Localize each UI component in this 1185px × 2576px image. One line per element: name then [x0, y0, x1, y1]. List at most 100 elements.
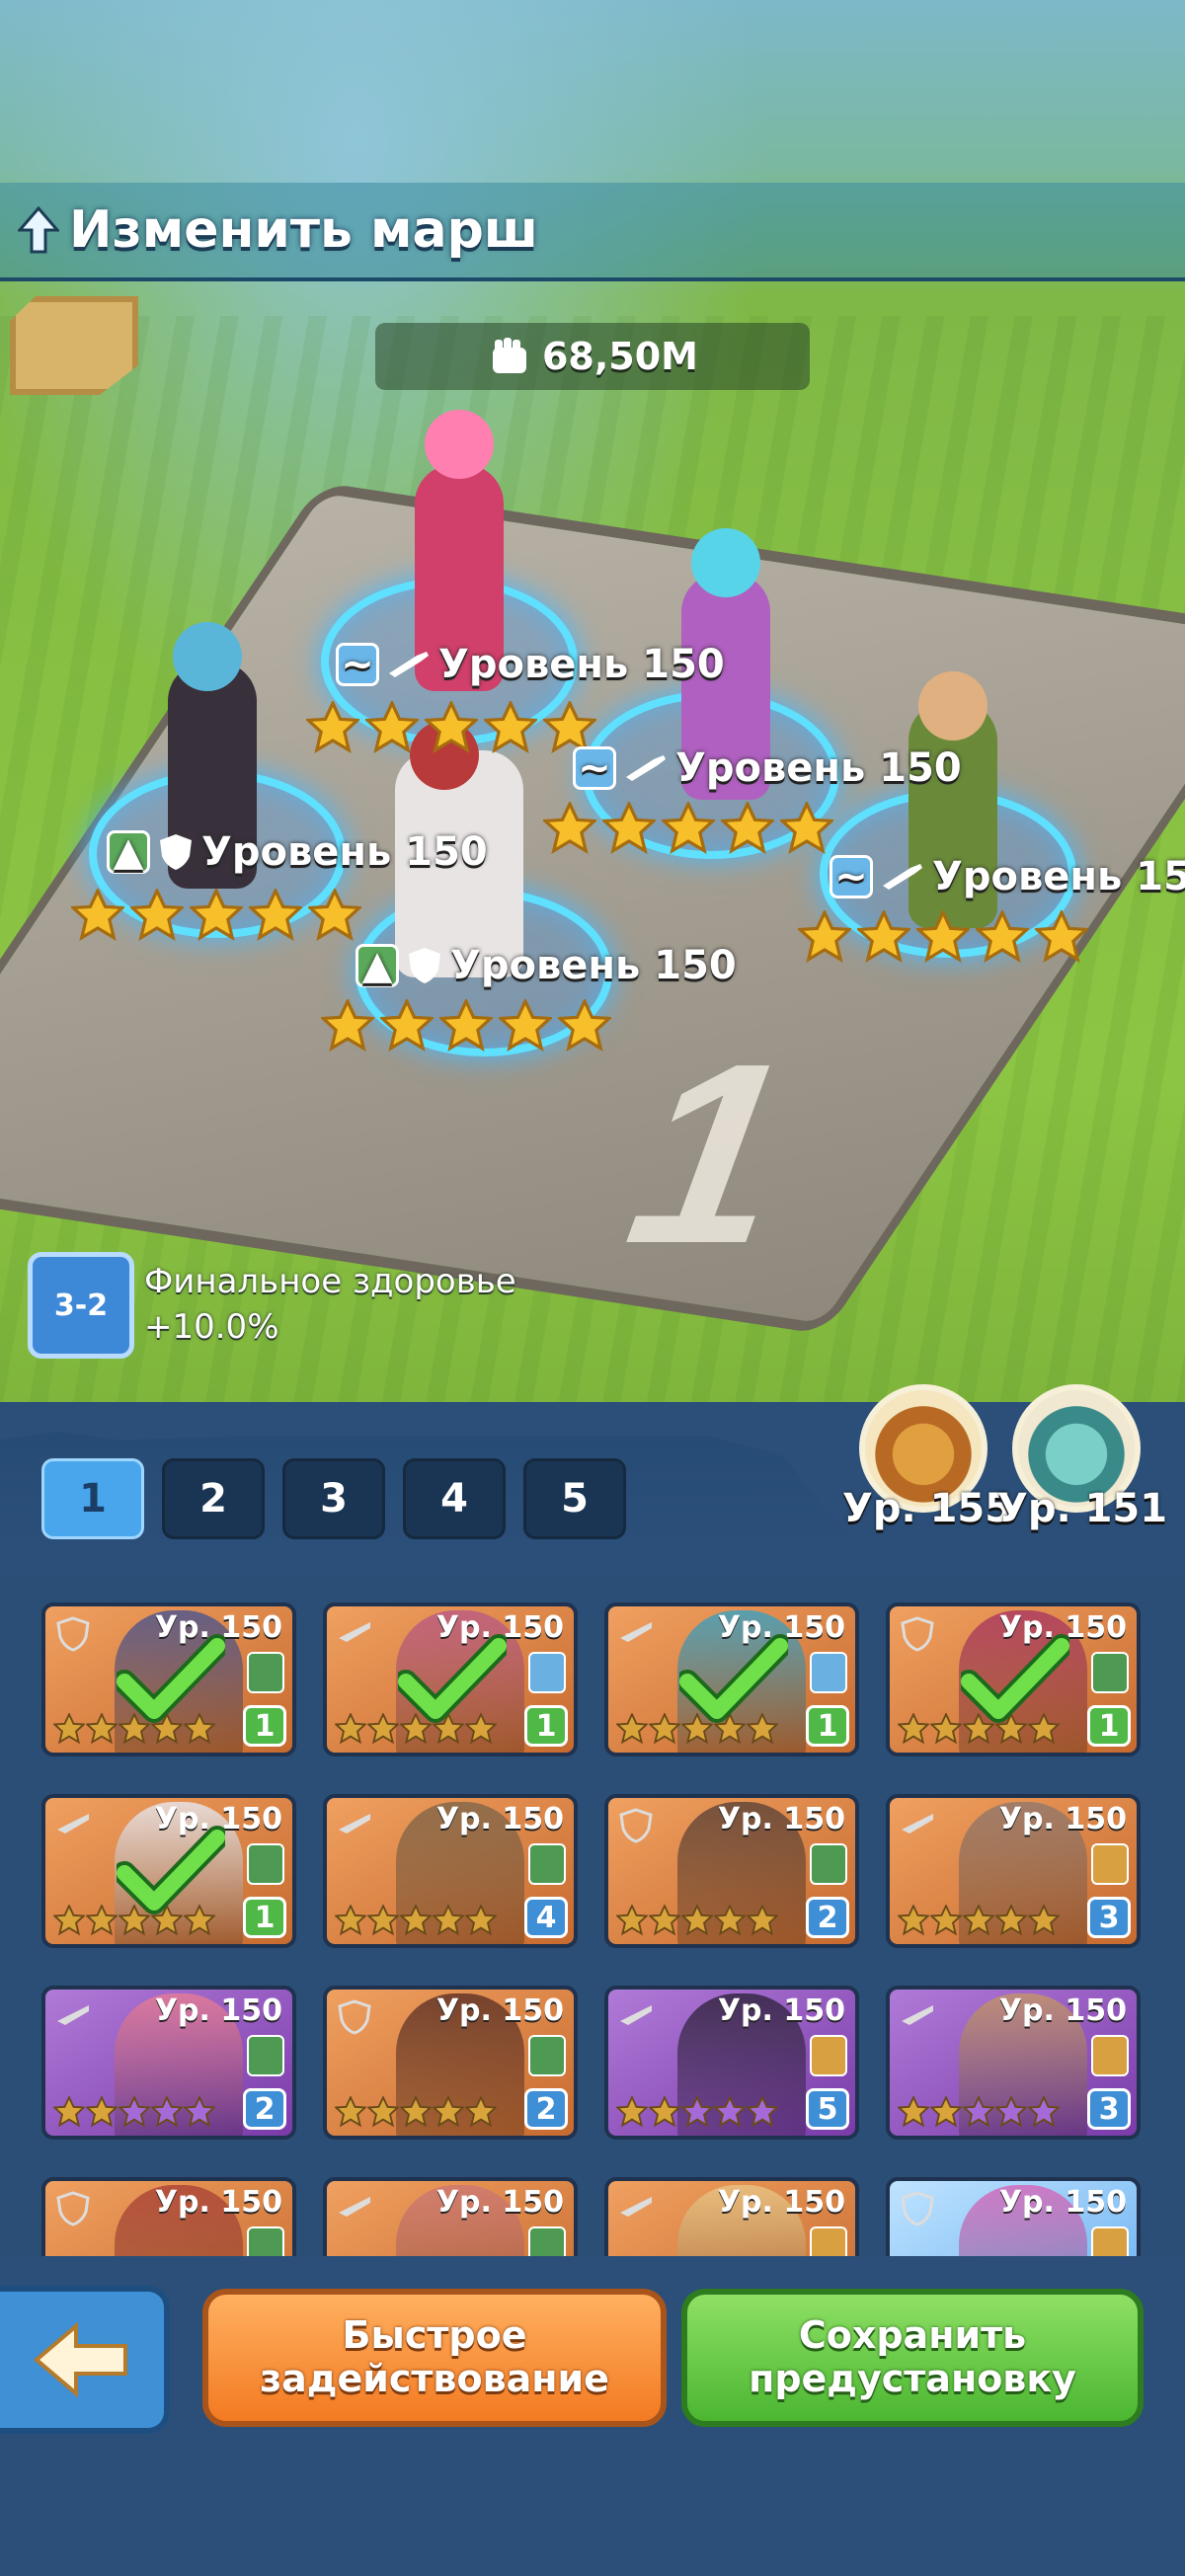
power-value: 68,50M [541, 335, 698, 378]
hero-card-stars [898, 2096, 1060, 2128]
hero-card[interactable]: Ур. 150 [886, 2177, 1141, 2256]
hero-card[interactable]: Ур. 150 1 [41, 1794, 296, 1948]
hero-card-level: Ур. 150 [998, 1802, 1127, 1836]
star-icon [602, 802, 656, 855]
star-icon [558, 999, 611, 1053]
hero-card-level: Ур. 150 [717, 2185, 845, 2220]
star-icon [335, 2096, 366, 2128]
rifle-icon [626, 755, 666, 781]
star-icon [616, 1713, 648, 1745]
star-icon [130, 889, 184, 942]
mountain-terrain-icon: ▲ [107, 829, 150, 875]
star-icon [86, 2096, 118, 2128]
star-icon [930, 1905, 962, 1936]
hero-level-tag: ▲ Уровень 150 [107, 829, 488, 875]
star-row [306, 701, 596, 754]
rifle-icon [883, 864, 922, 890]
star-icon [721, 802, 774, 855]
bonus-value: +10.0% [144, 1307, 279, 1347]
dragon-pet-level: Ур. 151 [997, 1486, 1168, 1531]
hero-card[interactable]: Ур. 150 1 [604, 1602, 859, 1756]
save-preset-button[interactable]: Сохранить предустановку [681, 2289, 1144, 2427]
hero-head [691, 528, 760, 597]
hero-card-count: 3 [1087, 1897, 1131, 1938]
star-icon [335, 1905, 366, 1936]
star-icon [465, 1905, 497, 1936]
star-icon [1028, 2096, 1060, 2128]
hero-level-text: Уровень 150 [450, 943, 737, 988]
gun-icon [620, 2197, 652, 2217]
star-icon [616, 2096, 648, 2128]
star-icon [995, 2096, 1027, 2128]
star-row [798, 910, 1088, 964]
hero-card[interactable]: Ур. 150 5 [604, 1986, 859, 2140]
star-row [543, 802, 833, 855]
shield-icon [619, 1808, 653, 1843]
star-icon [53, 2096, 85, 2128]
hero-card[interactable]: Ур. 150 3 [886, 1794, 1141, 1948]
quick-deploy-button[interactable]: Быстрое задействование [202, 2289, 667, 2427]
water-terrain-icon: ~ [336, 642, 379, 687]
hero-card-count: 1 [806, 1705, 849, 1747]
water-terrain-icon: ~ [830, 854, 873, 899]
star-icon [1035, 910, 1088, 964]
terrain-badge-icon [1091, 1652, 1129, 1693]
page-title: Изменить марш [69, 200, 539, 260]
hero-card[interactable]: Ур. 150 2 [604, 1794, 859, 1948]
tab-preset-1[interactable]: 1 [41, 1458, 144, 1539]
shield-icon [901, 2191, 934, 2226]
hero-card-count: 1 [243, 1897, 286, 1938]
tab-preset-3[interactable]: 3 [282, 1458, 385, 1539]
shield-icon [56, 2191, 90, 2226]
hero-card-level: Ур. 150 [435, 2185, 564, 2220]
hero-head [425, 410, 494, 479]
hero-card[interactable]: Ур. 150 [41, 2177, 296, 2256]
star-icon [184, 2096, 215, 2128]
star-icon [400, 1905, 432, 1936]
hero-card[interactable]: Ур. 150 1 [41, 1602, 296, 1756]
gun-icon [620, 1622, 652, 1642]
star-icon [367, 2096, 399, 2128]
checkmark-icon [398, 1634, 507, 1723]
hero-card[interactable]: Ур. 150 4 [323, 1794, 578, 1948]
terrain-badge-icon [1091, 1843, 1129, 1885]
tab-preset-2[interactable]: 2 [162, 1458, 265, 1539]
hero-card[interactable]: Ур. 150 [323, 2177, 578, 2256]
tab-preset-5[interactable]: 5 [523, 1458, 626, 1539]
tab-preset-4[interactable]: 4 [403, 1458, 506, 1539]
mountain-terrain-icon: ▲ [356, 943, 399, 988]
header-bar: Изменить марш [0, 183, 1185, 281]
star-icon [380, 999, 434, 1053]
star-icon [249, 889, 302, 942]
hero-card[interactable]: Ур. 150 1 [886, 1602, 1141, 1756]
star-icon [439, 999, 493, 1053]
hero-card-stars [616, 2096, 778, 2128]
hero-card-level: Ур. 150 [154, 2185, 282, 2220]
star-icon [780, 802, 833, 855]
star-icon [433, 2096, 464, 2128]
star-icon [898, 1713, 929, 1745]
hero-card[interactable]: Ур. 150 1 [323, 1602, 578, 1756]
hero-card[interactable]: Ур. 150 2 [323, 1986, 578, 2140]
hero-card-stars [335, 2096, 497, 2128]
back-button[interactable] [0, 2286, 170, 2434]
hero-card[interactable]: Ур. 150 2 [41, 1986, 296, 2140]
shield-icon [160, 834, 192, 870]
hero-card-count: 2 [524, 2088, 568, 2130]
hero-level-text: Уровень 150 [932, 854, 1185, 899]
hero-head [918, 671, 988, 741]
gun-icon [57, 1814, 89, 1834]
hero-card[interactable]: Ур. 150 [604, 2177, 859, 2256]
star-icon [425, 701, 478, 754]
star-icon [898, 2096, 929, 2128]
shield-icon [901, 1616, 934, 1652]
star-icon [930, 2096, 962, 2128]
formation-bonus[interactable]: 3-2 Финальное здоровье +10.0% [28, 1252, 516, 1359]
star-icon [118, 2096, 150, 2128]
star-icon [484, 701, 537, 754]
hero-card[interactable]: Ур. 150 3 [886, 1986, 1141, 2140]
star-icon [995, 1905, 1027, 1936]
hero-level-tag: ~ Уровень 150 [830, 854, 1185, 899]
hero-card-stars [53, 2096, 215, 2128]
star-icon [465, 2096, 497, 2128]
